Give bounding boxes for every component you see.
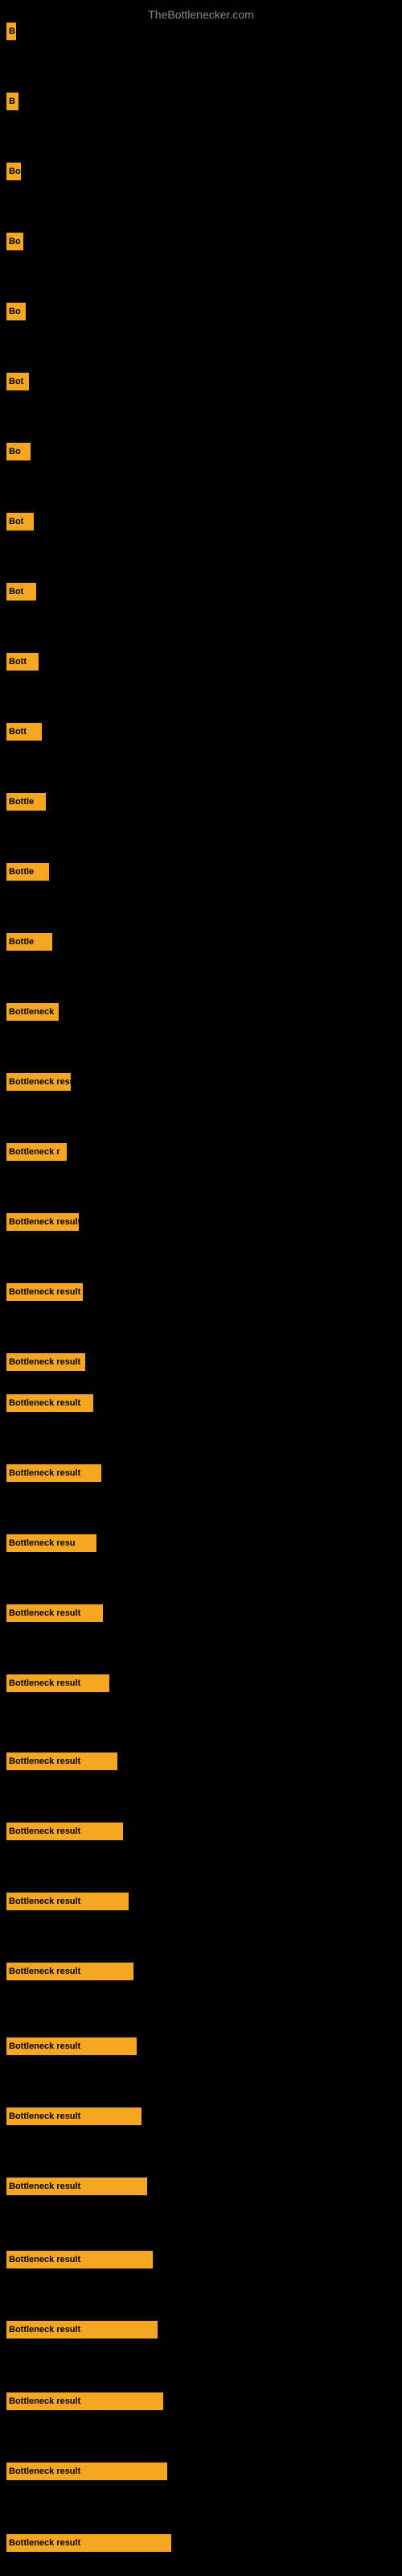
bar-label: Bottleneck result [9,2325,80,2334]
bar-label: Bottleneck result [9,1287,80,1297]
bar-label: Bottleneck result [9,1897,80,1906]
bar-item: Bottleneck r [6,1143,67,1161]
bar-label: Bo [9,307,21,316]
bar-label: Bottleneck resu [9,1077,71,1087]
bar-item: Bott [6,653,39,671]
bar-item: Bot [6,373,29,390]
bar-label: Bottleneck resu [9,1538,76,1548]
bar-item: Bottleneck result [6,2251,153,2268]
bar-item: Bottleneck [6,1003,59,1021]
bar-label: Bottle [9,937,34,947]
bar-item: Bottleneck result [6,2321,158,2339]
bar-item: Bottle [6,793,46,811]
bar-item: Bottleneck result [6,2037,137,2055]
bar-item: Bottleneck result [6,1752,117,1770]
bar-item: B [6,23,16,40]
bar-item: Bottleneck result [6,2392,163,2410]
bar-label: Bottleneck result [9,1608,80,1618]
bar-item: Bottleneck result [6,2462,167,2480]
bar-label: Bottle [9,797,34,807]
bar-label: Bottleneck r [9,1147,60,1157]
bar-label: Bott [9,657,27,667]
bar-label: B [9,27,15,36]
bar-label: Bottleneck result [9,2112,80,2121]
bar-item: Bo [6,233,23,250]
bar-label: Bottleneck result [9,1217,79,1227]
bar-item: Bottleneck result [6,1213,79,1231]
bar-label: Bottleneck result [9,2041,80,2051]
bar-label: Bottleneck result [9,1757,80,1766]
bar-item: Bo [6,303,26,320]
bar-item: Bottleneck result [6,2534,171,2552]
bar-label: Bottleneck result [9,2467,80,2476]
bar-label: Bot [9,517,23,526]
bar-label: Bo [9,167,21,176]
bar-label: Bottleneck result [9,2538,80,2548]
site-title: TheBottlenecker.com [0,2,402,24]
bar-item: Bo [6,163,21,180]
bar-label: Bottleneck result [9,1357,80,1367]
bar-label: Bottleneck result [9,1967,80,1976]
bar-item: Bottle [6,933,52,951]
bar-label: Bottleneck result [9,2396,80,2406]
bar-item: Bottleneck result [6,1464,101,1482]
bar-item: Bottleneck resu [6,1073,71,1091]
bar-item: Bo [6,443,31,460]
bar-label: Bottleneck result [9,2255,80,2264]
bar-item: Bottleneck result [6,2107,142,2125]
bar-label: Bot [9,377,23,386]
bar-item: Bottle [6,863,49,881]
bar-label: Bottleneck [9,1007,54,1017]
bar-item: Bottleneck result [6,2178,147,2195]
bar-item: Bottleneck result [6,1283,83,1301]
bar-item: Bottleneck result [6,1353,85,1371]
bar-item: Bottleneck result [6,1963,133,1980]
bar-label: Bo [9,237,21,246]
bar-label: Bottleneck result [9,1827,80,1836]
bar-item: Bottleneck resu [6,1534,96,1552]
bar-label: Bot [9,587,23,597]
bar-label: Bottleneck result [9,2182,80,2191]
bar-label: Bo [9,447,21,456]
bar-item: Bottleneck result [6,1604,103,1622]
bar-item: Bot [6,513,34,530]
bar-item: Bottleneck result [6,1893,129,1910]
bar-item: Bottleneck result [6,1674,109,1692]
bar-item: Bott [6,723,42,741]
bar-item: Bot [6,583,36,601]
bar-item: B [6,93,18,110]
bar-item: Bottleneck result [6,1394,93,1412]
bar-label: Bottleneck result [9,1398,80,1408]
bar-label: B [9,97,15,106]
bar-item: Bottleneck result [6,1823,123,1840]
bar-label: Bott [9,727,27,737]
bar-label: Bottleneck result [9,1468,80,1478]
bar-label: Bottle [9,867,34,877]
bar-label: Bottleneck result [9,1678,80,1688]
